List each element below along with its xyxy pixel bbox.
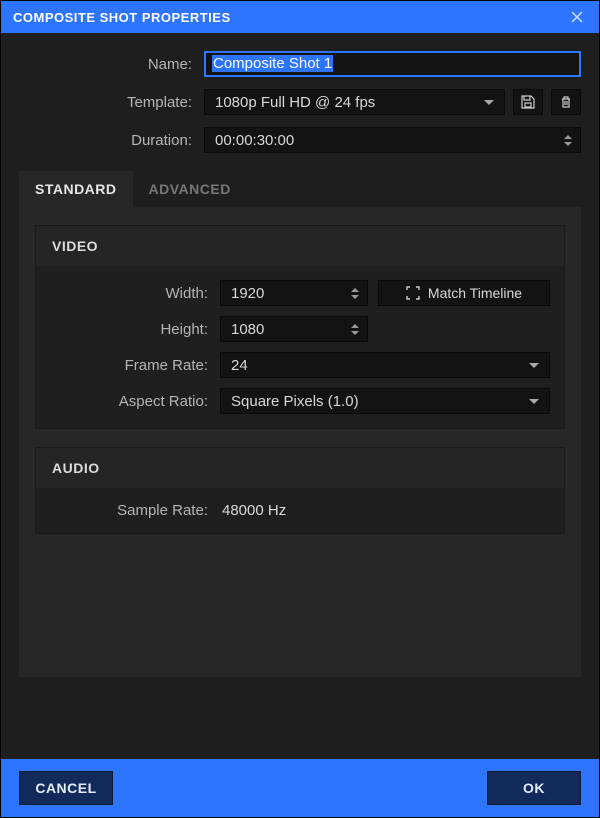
duration-value: 00:00:30:00 — [215, 132, 294, 149]
composite-shot-properties-dialog: COMPOSITE SHOT PROPERTIES Name: Composit… — [0, 0, 600, 818]
tab-panel-standard: VIDEO Width: 1920 — [19, 207, 581, 677]
framerate-row: Frame Rate: 24 — [50, 352, 550, 378]
framerate-value: 24 — [231, 357, 248, 374]
audio-section: AUDIO Sample Rate: 48000 Hz — [35, 447, 565, 534]
close-button[interactable] — [567, 6, 587, 28]
chevron-down-icon — [529, 363, 539, 368]
samplerate-label: Sample Rate: — [50, 502, 220, 519]
aspect-value: Square Pixels (1.0) — [231, 393, 359, 410]
match-timeline-label: Match Timeline — [428, 285, 522, 301]
tab-standard[interactable]: STANDARD — [19, 171, 133, 207]
width-label: Width: — [50, 285, 220, 302]
samplerate-value: 48000 Hz — [220, 502, 286, 519]
fullscreen-icon — [406, 286, 420, 300]
trash-icon — [559, 95, 573, 109]
samplerate-row: Sample Rate: 48000 Hz — [50, 502, 550, 519]
cancel-button[interactable]: CANCEL — [19, 771, 113, 805]
framerate-label: Frame Rate: — [50, 357, 220, 374]
width-input[interactable]: 1920 — [220, 280, 368, 306]
aspect-select[interactable]: Square Pixels (1.0) — [220, 388, 550, 414]
tabs: STANDARD ADVANCED — [19, 171, 581, 207]
template-select[interactable]: 1080p Full HD @ 24 fps — [204, 89, 505, 115]
template-label: Template: — [19, 94, 204, 111]
name-row: Name: Composite Shot 1 — [19, 51, 581, 77]
width-spinner — [351, 288, 359, 299]
match-timeline-button[interactable]: Match Timeline — [378, 280, 550, 306]
spin-up-icon[interactable] — [351, 324, 359, 328]
spin-up-icon[interactable] — [564, 135, 572, 139]
height-spinner — [351, 324, 359, 335]
delete-template-button[interactable] — [551, 89, 581, 115]
template-row: Template: 1080p Full HD @ 24 fps — [19, 89, 581, 115]
ok-button[interactable]: OK — [487, 771, 581, 805]
titlebar: COMPOSITE SHOT PROPERTIES — [1, 1, 599, 33]
template-value: 1080p Full HD @ 24 fps — [215, 94, 375, 111]
dialog-content: Name: Composite Shot 1 Template: 1080p F… — [1, 33, 599, 759]
spin-down-icon[interactable] — [564, 142, 572, 146]
save-template-button[interactable] — [513, 89, 543, 115]
height-value: 1080 — [231, 321, 264, 338]
duration-input[interactable]: 00:00:30:00 — [204, 127, 581, 153]
width-value: 1920 — [231, 285, 264, 302]
width-row: Width: 1920 — [50, 280, 550, 306]
chevron-down-icon — [484, 100, 494, 105]
dialog-title: COMPOSITE SHOT PROPERTIES — [13, 10, 231, 25]
dialog-footer: CANCEL OK — [1, 759, 599, 817]
aspect-row: Aspect Ratio: Square Pixels (1.0) — [50, 388, 550, 414]
framerate-select[interactable]: 24 — [220, 352, 550, 378]
tab-advanced[interactable]: ADVANCED — [133, 171, 247, 207]
video-section: VIDEO Width: 1920 — [35, 225, 565, 429]
duration-row: Duration: 00:00:30:00 — [19, 127, 581, 153]
close-icon — [571, 7, 583, 27]
height-label: Height: — [50, 321, 220, 338]
audio-header: AUDIO — [36, 448, 564, 488]
spin-down-icon[interactable] — [351, 295, 359, 299]
height-input[interactable]: 1080 — [220, 316, 368, 342]
video-header: VIDEO — [36, 226, 564, 266]
spin-down-icon[interactable] — [351, 331, 359, 335]
chevron-down-icon — [529, 399, 539, 404]
aspect-label: Aspect Ratio: — [50, 393, 220, 410]
save-icon — [521, 95, 535, 109]
duration-label: Duration: — [19, 132, 204, 149]
audio-body: Sample Rate: 48000 Hz — [36, 488, 564, 533]
duration-spinner — [564, 135, 572, 146]
spin-up-icon[interactable] — [351, 288, 359, 292]
name-input[interactable]: Composite Shot 1 — [204, 51, 581, 77]
height-row: Height: 1080 — [50, 316, 550, 342]
video-body: Width: 1920 — [36, 266, 564, 428]
name-label: Name: — [19, 56, 204, 73]
